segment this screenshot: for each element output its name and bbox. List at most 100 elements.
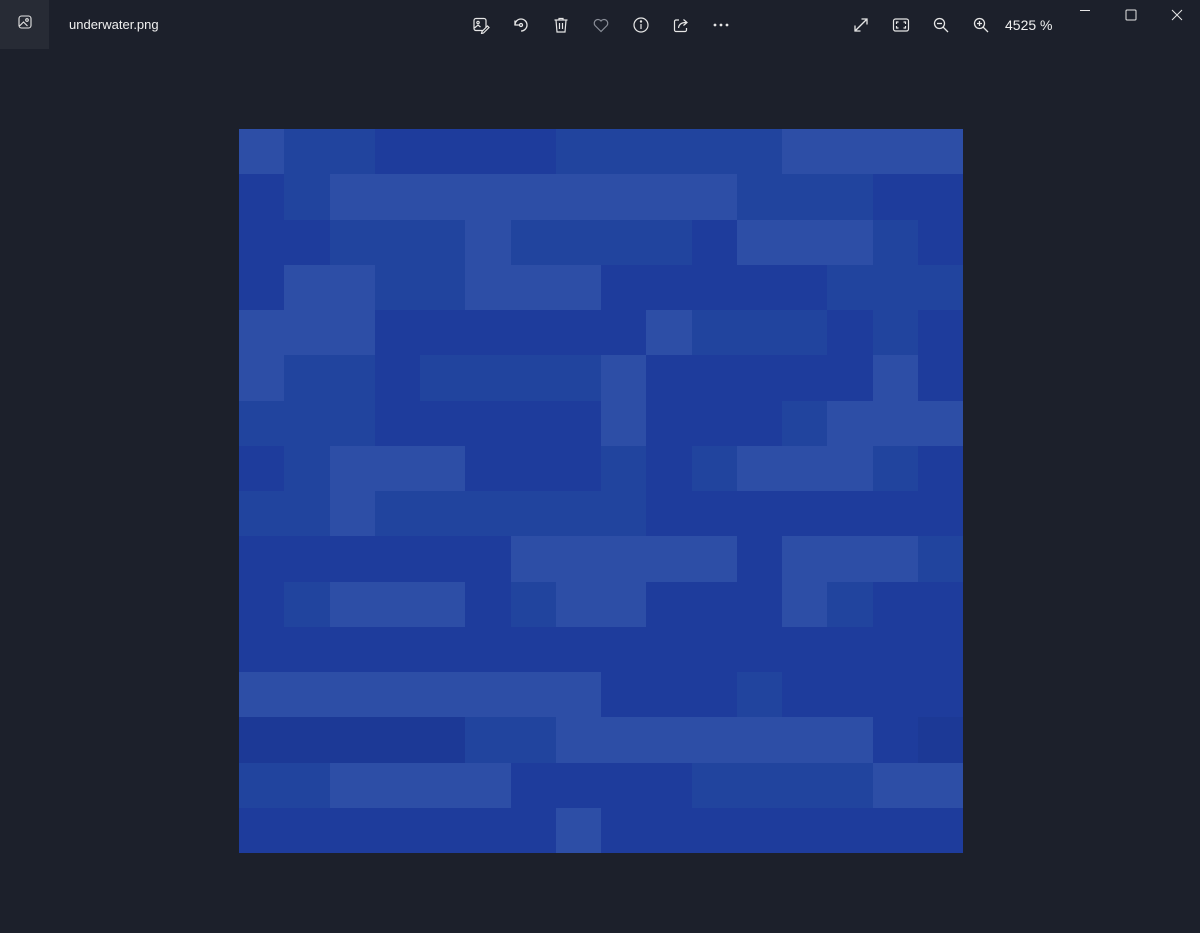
rotate-button[interactable] bbox=[501, 5, 541, 45]
image-pixel bbox=[601, 174, 647, 220]
minimize-button[interactable] bbox=[1062, 0, 1108, 34]
image-pixel bbox=[782, 310, 828, 356]
image-pixel bbox=[691, 264, 737, 310]
image-pixel bbox=[872, 355, 918, 401]
image-pixel bbox=[555, 672, 601, 718]
gallery-button[interactable] bbox=[0, 0, 49, 49]
image-pixel bbox=[827, 581, 873, 627]
delete-icon bbox=[552, 16, 570, 34]
image-pixel bbox=[827, 672, 873, 718]
image-pixel bbox=[555, 717, 601, 763]
image-pixel bbox=[691, 355, 737, 401]
image-pixel bbox=[827, 536, 873, 582]
image-pixel bbox=[872, 219, 918, 265]
image-pixel bbox=[374, 355, 420, 401]
image-pixel bbox=[510, 491, 556, 537]
image-pixel bbox=[736, 807, 782, 853]
expand-icon bbox=[852, 16, 870, 34]
image-pixel bbox=[374, 626, 420, 672]
image-pixel bbox=[239, 355, 285, 401]
image-pixel bbox=[420, 626, 466, 672]
image-pixel bbox=[239, 717, 285, 763]
file-name: underwater.png bbox=[69, 17, 159, 32]
fit-window-icon bbox=[892, 16, 910, 34]
image-pixel bbox=[691, 219, 737, 265]
image-pixel bbox=[782, 491, 828, 537]
image-pixel bbox=[646, 536, 692, 582]
maximize-button[interactable] bbox=[1108, 0, 1154, 34]
image-pixel bbox=[284, 491, 330, 537]
image-pixel bbox=[420, 536, 466, 582]
share-button[interactable] bbox=[661, 5, 701, 45]
image-pixel bbox=[782, 219, 828, 265]
image-pixel bbox=[646, 445, 692, 491]
image-pixel bbox=[374, 536, 420, 582]
image-pixel bbox=[872, 445, 918, 491]
image-pixel bbox=[510, 174, 556, 220]
image-pixel bbox=[239, 264, 285, 310]
image-pixel bbox=[917, 310, 963, 356]
image-pixel bbox=[555, 219, 601, 265]
image-pixel bbox=[646, 807, 692, 853]
image-pixel bbox=[239, 626, 285, 672]
zoom-level[interactable]: 4525 % bbox=[1005, 16, 1053, 34]
image-pixel bbox=[284, 717, 330, 763]
image-pixel bbox=[465, 310, 511, 356]
title-bar: underwater.png 4525 % bbox=[0, 0, 1200, 50]
image-pixel bbox=[420, 219, 466, 265]
image-pixel bbox=[465, 219, 511, 265]
image-pixel bbox=[555, 807, 601, 853]
image-canvas[interactable] bbox=[0, 50, 1200, 933]
image-pixel bbox=[827, 174, 873, 220]
image-pixel bbox=[872, 174, 918, 220]
favorite-button[interactable] bbox=[581, 5, 621, 45]
image-pixel bbox=[601, 536, 647, 582]
image-pixel bbox=[420, 129, 466, 175]
image-pixel bbox=[736, 762, 782, 808]
close-button[interactable] bbox=[1154, 0, 1200, 34]
image-pixel bbox=[420, 762, 466, 808]
image-pixel bbox=[510, 129, 556, 175]
image-pixel bbox=[601, 355, 647, 401]
image-pixel bbox=[646, 581, 692, 627]
image-pixel bbox=[736, 445, 782, 491]
image-pixel bbox=[329, 807, 375, 853]
image-pixel bbox=[736, 536, 782, 582]
image-preview bbox=[239, 129, 963, 853]
image-pixel bbox=[510, 536, 556, 582]
image-pixel bbox=[691, 762, 737, 808]
image-pixel bbox=[329, 672, 375, 718]
file-info-button[interactable] bbox=[621, 5, 661, 45]
image-pixel bbox=[510, 400, 556, 446]
image-pixel bbox=[465, 807, 511, 853]
image-pixel bbox=[782, 807, 828, 853]
image-pixel bbox=[691, 129, 737, 175]
image-pixel bbox=[872, 400, 918, 446]
image-pixel bbox=[239, 219, 285, 265]
more-options-button[interactable] bbox=[701, 5, 741, 45]
image-pixel bbox=[465, 491, 511, 537]
image-pixel bbox=[872, 129, 918, 175]
zoom-out-button[interactable] bbox=[921, 5, 961, 45]
edit-image-button[interactable] bbox=[461, 5, 501, 45]
fit-to-window-button[interactable] bbox=[881, 5, 921, 45]
image-pixel bbox=[736, 626, 782, 672]
image-pixel bbox=[374, 672, 420, 718]
zoom-in-button[interactable] bbox=[961, 5, 1001, 45]
image-pixel bbox=[284, 174, 330, 220]
image-pixel bbox=[736, 174, 782, 220]
image-pixel bbox=[691, 310, 737, 356]
image-pixel bbox=[917, 174, 963, 220]
full-screen-button[interactable] bbox=[841, 5, 881, 45]
image-pixel bbox=[827, 219, 873, 265]
image-pixel bbox=[465, 400, 511, 446]
image-pixel bbox=[239, 400, 285, 446]
image-pixel bbox=[420, 581, 466, 627]
image-pixel bbox=[782, 626, 828, 672]
image-pixel bbox=[329, 264, 375, 310]
image-pixel bbox=[420, 174, 466, 220]
image-pixel bbox=[420, 264, 466, 310]
image-pixel bbox=[510, 445, 556, 491]
image-pixel bbox=[465, 445, 511, 491]
delete-button[interactable] bbox=[541, 5, 581, 45]
